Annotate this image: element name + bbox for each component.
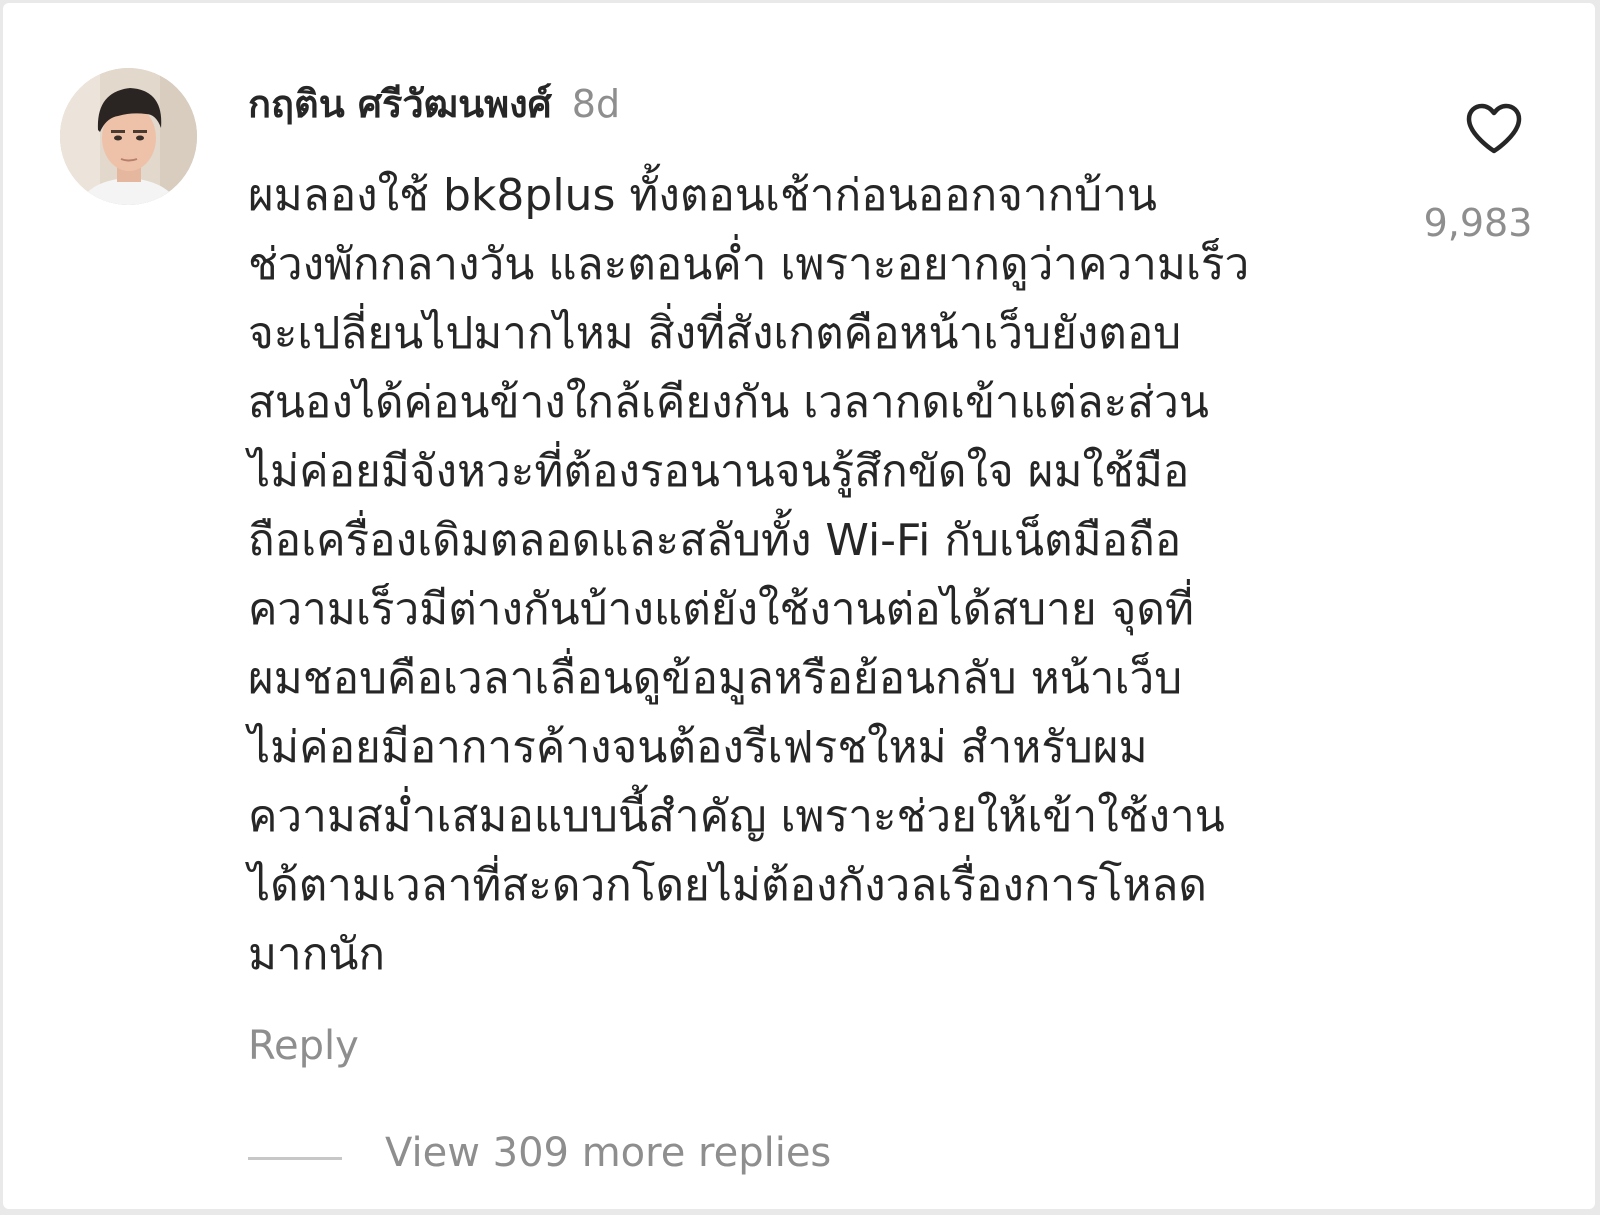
username[interactable]: กฤติน ศรีวัฒนพงศ์	[248, 73, 552, 134]
avatar-image	[60, 68, 197, 205]
like-count: 9,983	[1423, 201, 1533, 245]
comment-line: ไม่ค่อยมีจังหวะที่ต้องรอนานจนรู้สึกขัดใจ…	[248, 446, 1190, 497]
comment-line: ไม่ค่อยมีอาการค้างจนต้องรีเฟรชใหม่ สำหรั…	[248, 722, 1148, 773]
comment-line: ถือเครื่องเดิมตลอดและสลับทั้ง Wi-Fi กับเ…	[248, 515, 1182, 566]
heart-outline-icon[interactable]	[1465, 103, 1523, 155]
comment-line: ได้ตามเวลาที่สะดวกโดยไม่ต้องกังวลเรื่องก…	[248, 860, 1207, 911]
reply-button[interactable]: Reply	[248, 1023, 359, 1069]
avatar[interactable]	[60, 68, 197, 205]
timestamp: 8d	[571, 82, 621, 126]
comment-line: จะเปลี่ยนไปมากไหม สิ่งที่สังเกตคือหน้าเว…	[248, 308, 1182, 359]
comment-line: ผมชอบคือเวลาเลื่อนดูข้อมูลหรือย้อนกลับ ห…	[248, 653, 1183, 704]
comment-line: มากนัก	[248, 929, 386, 980]
comment-line: ความสม่ำเสมอแบบนี้สำคัญ เพราะช่วยให้เข้า…	[248, 791, 1225, 842]
view-more-replies-button[interactable]: View 309 more replies	[385, 1130, 831, 1176]
comment-line: ช่วงพักกลางวัน และตอนค่ำ เพราะอยากดูว่าค…	[248, 239, 1250, 290]
comment-text: ผมลองใช้ bk8plus ทั้งตอนเช้าก่อนออกจากบ้…	[248, 161, 1368, 989]
comment-line: ผมลองใช้ bk8plus ทั้งตอนเช้าก่อนออกจากบ้…	[248, 170, 1158, 221]
comment-card: กฤติน ศรีวัฒนพงศ์ 8d ผมลองใช้ bk8plus ทั…	[3, 3, 1595, 1209]
replies-divider	[248, 1157, 342, 1160]
comment-line: สนองได้ค่อนข้างใกล้เคียงกัน เวลากดเข้าแต…	[248, 377, 1209, 428]
comment-header: กฤติน ศรีวัฒนพงศ์ 8d	[248, 73, 620, 133]
comment-line: ความเร็วมีต่างกันบ้างแต่ยังใช้งานต่อได้ส…	[248, 584, 1194, 635]
